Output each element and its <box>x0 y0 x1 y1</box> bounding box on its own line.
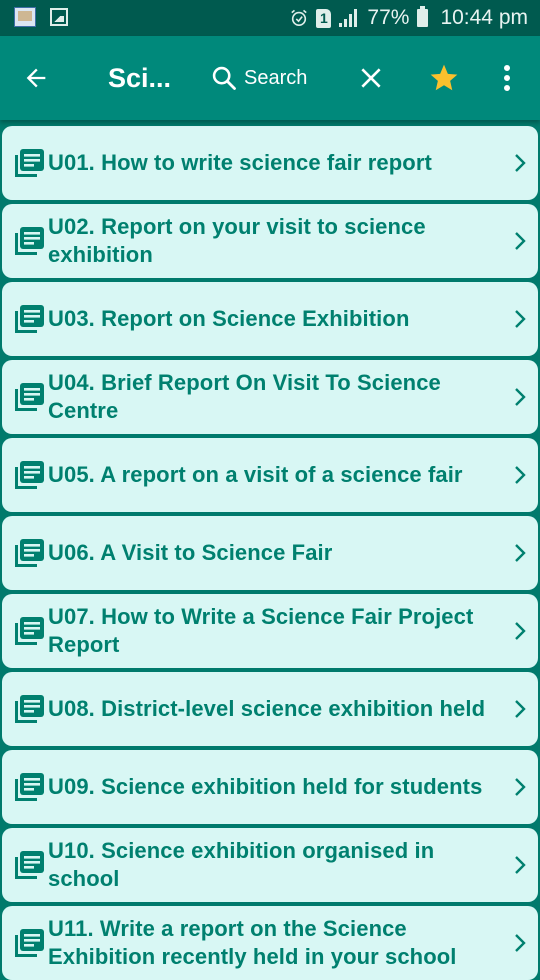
image-icon <box>50 8 68 26</box>
search-icon <box>212 66 236 90</box>
more-options-button[interactable] <box>498 36 516 120</box>
sim-card-icon: 1 <box>316 8 332 28</box>
list-item-06[interactable]: U06. A Visit to Science Fair <box>2 516 538 590</box>
document-stack-icon <box>15 461 44 489</box>
list-item-03[interactable]: U03. Report on Science Exhibition <box>2 282 538 356</box>
chevron-right-icon <box>515 544 526 562</box>
list-item-04[interactable]: U04. Brief Report On Visit To Science Ce… <box>2 360 538 434</box>
list-item-title: U10. Science exhibition organised in sch… <box>48 838 435 891</box>
document-stack-icon <box>15 227 44 255</box>
close-search-button[interactable] <box>358 36 384 120</box>
document-stack-icon <box>15 383 44 411</box>
list-item-title: U06. A Visit to Science Fair <box>48 540 333 565</box>
search-label: Search <box>244 66 308 89</box>
page-title: Sci... <box>108 62 172 93</box>
list-item-11[interactable]: U11. Write a report on the Science Exhib… <box>2 906 538 980</box>
document-stack-icon <box>15 851 44 879</box>
list-item-01[interactable]: U01. How to write science fair report <box>2 126 538 200</box>
list-item-title: U08. District-level science exhibition h… <box>48 696 486 721</box>
list-item-title: U04. Brief Report On Visit To Science Ce… <box>48 370 441 423</box>
chevron-right-icon <box>515 778 526 796</box>
chevron-right-icon <box>515 388 526 406</box>
document-stack-icon <box>15 695 44 723</box>
list-item-title: U03. Report on Science Exhibition <box>48 306 410 331</box>
chevron-right-icon <box>515 466 526 484</box>
more-vertical-icon <box>504 65 510 91</box>
list-item-title: U11. Write a report on the Science Exhib… <box>48 916 457 969</box>
favorite-button[interactable] <box>428 36 460 120</box>
status-bar: 1 77% 10:44 pm <box>0 0 540 36</box>
document-stack-icon <box>15 929 44 957</box>
chevron-right-icon <box>515 856 526 874</box>
chevron-right-icon <box>515 310 526 328</box>
chevron-right-icon <box>515 700 526 718</box>
list-item-10[interactable]: U10. Science exhibition organised in sch… <box>2 828 538 902</box>
search-button[interactable]: Search <box>210 36 307 120</box>
clock-time: 10:44 pm <box>440 6 528 29</box>
close-icon <box>361 68 381 88</box>
list-item-07[interactable]: U07. How to Write a Science Fair Project… <box>2 594 538 668</box>
alarm-clock-icon <box>291 9 308 27</box>
document-stack-icon <box>15 539 44 567</box>
battery-percent: 77% <box>367 6 410 29</box>
back-button[interactable] <box>22 36 52 120</box>
document-stack-icon <box>15 773 44 801</box>
list-item-02[interactable]: U02. Report on your visit to science exh… <box>2 204 538 278</box>
list-item-title: U02. Report on your visit to science exh… <box>48 214 426 267</box>
app-thumbnail-icon <box>14 7 36 27</box>
chevron-right-icon <box>515 232 526 250</box>
app-toolbar: Sci... Search <box>0 36 540 120</box>
list-item-title: U09. Science exhibition held for student… <box>48 774 483 799</box>
list-item-title: U05. A report on a visit of a science fa… <box>48 462 463 487</box>
list-item-08[interactable]: U08. District-level science exhibition h… <box>2 672 538 746</box>
chevron-right-icon <box>515 622 526 640</box>
list-item-05[interactable]: U05. A report on a visit of a science fa… <box>2 438 538 512</box>
arrow-left-icon <box>26 68 46 88</box>
star-icon <box>430 64 458 91</box>
document-stack-icon <box>15 149 44 177</box>
chevron-right-icon <box>515 934 526 952</box>
list-item-title: U07. How to Write a Science Fair Project… <box>48 604 474 657</box>
document-stack-icon <box>15 305 44 333</box>
list-item-09[interactable]: U09. Science exhibition held for student… <box>2 750 538 824</box>
chevron-right-icon <box>515 154 526 172</box>
document-stack-icon <box>15 617 44 645</box>
battery-icon <box>417 6 429 27</box>
signal-strength-icon <box>339 9 359 27</box>
list-item-title: U01. How to write science fair report <box>48 150 432 175</box>
